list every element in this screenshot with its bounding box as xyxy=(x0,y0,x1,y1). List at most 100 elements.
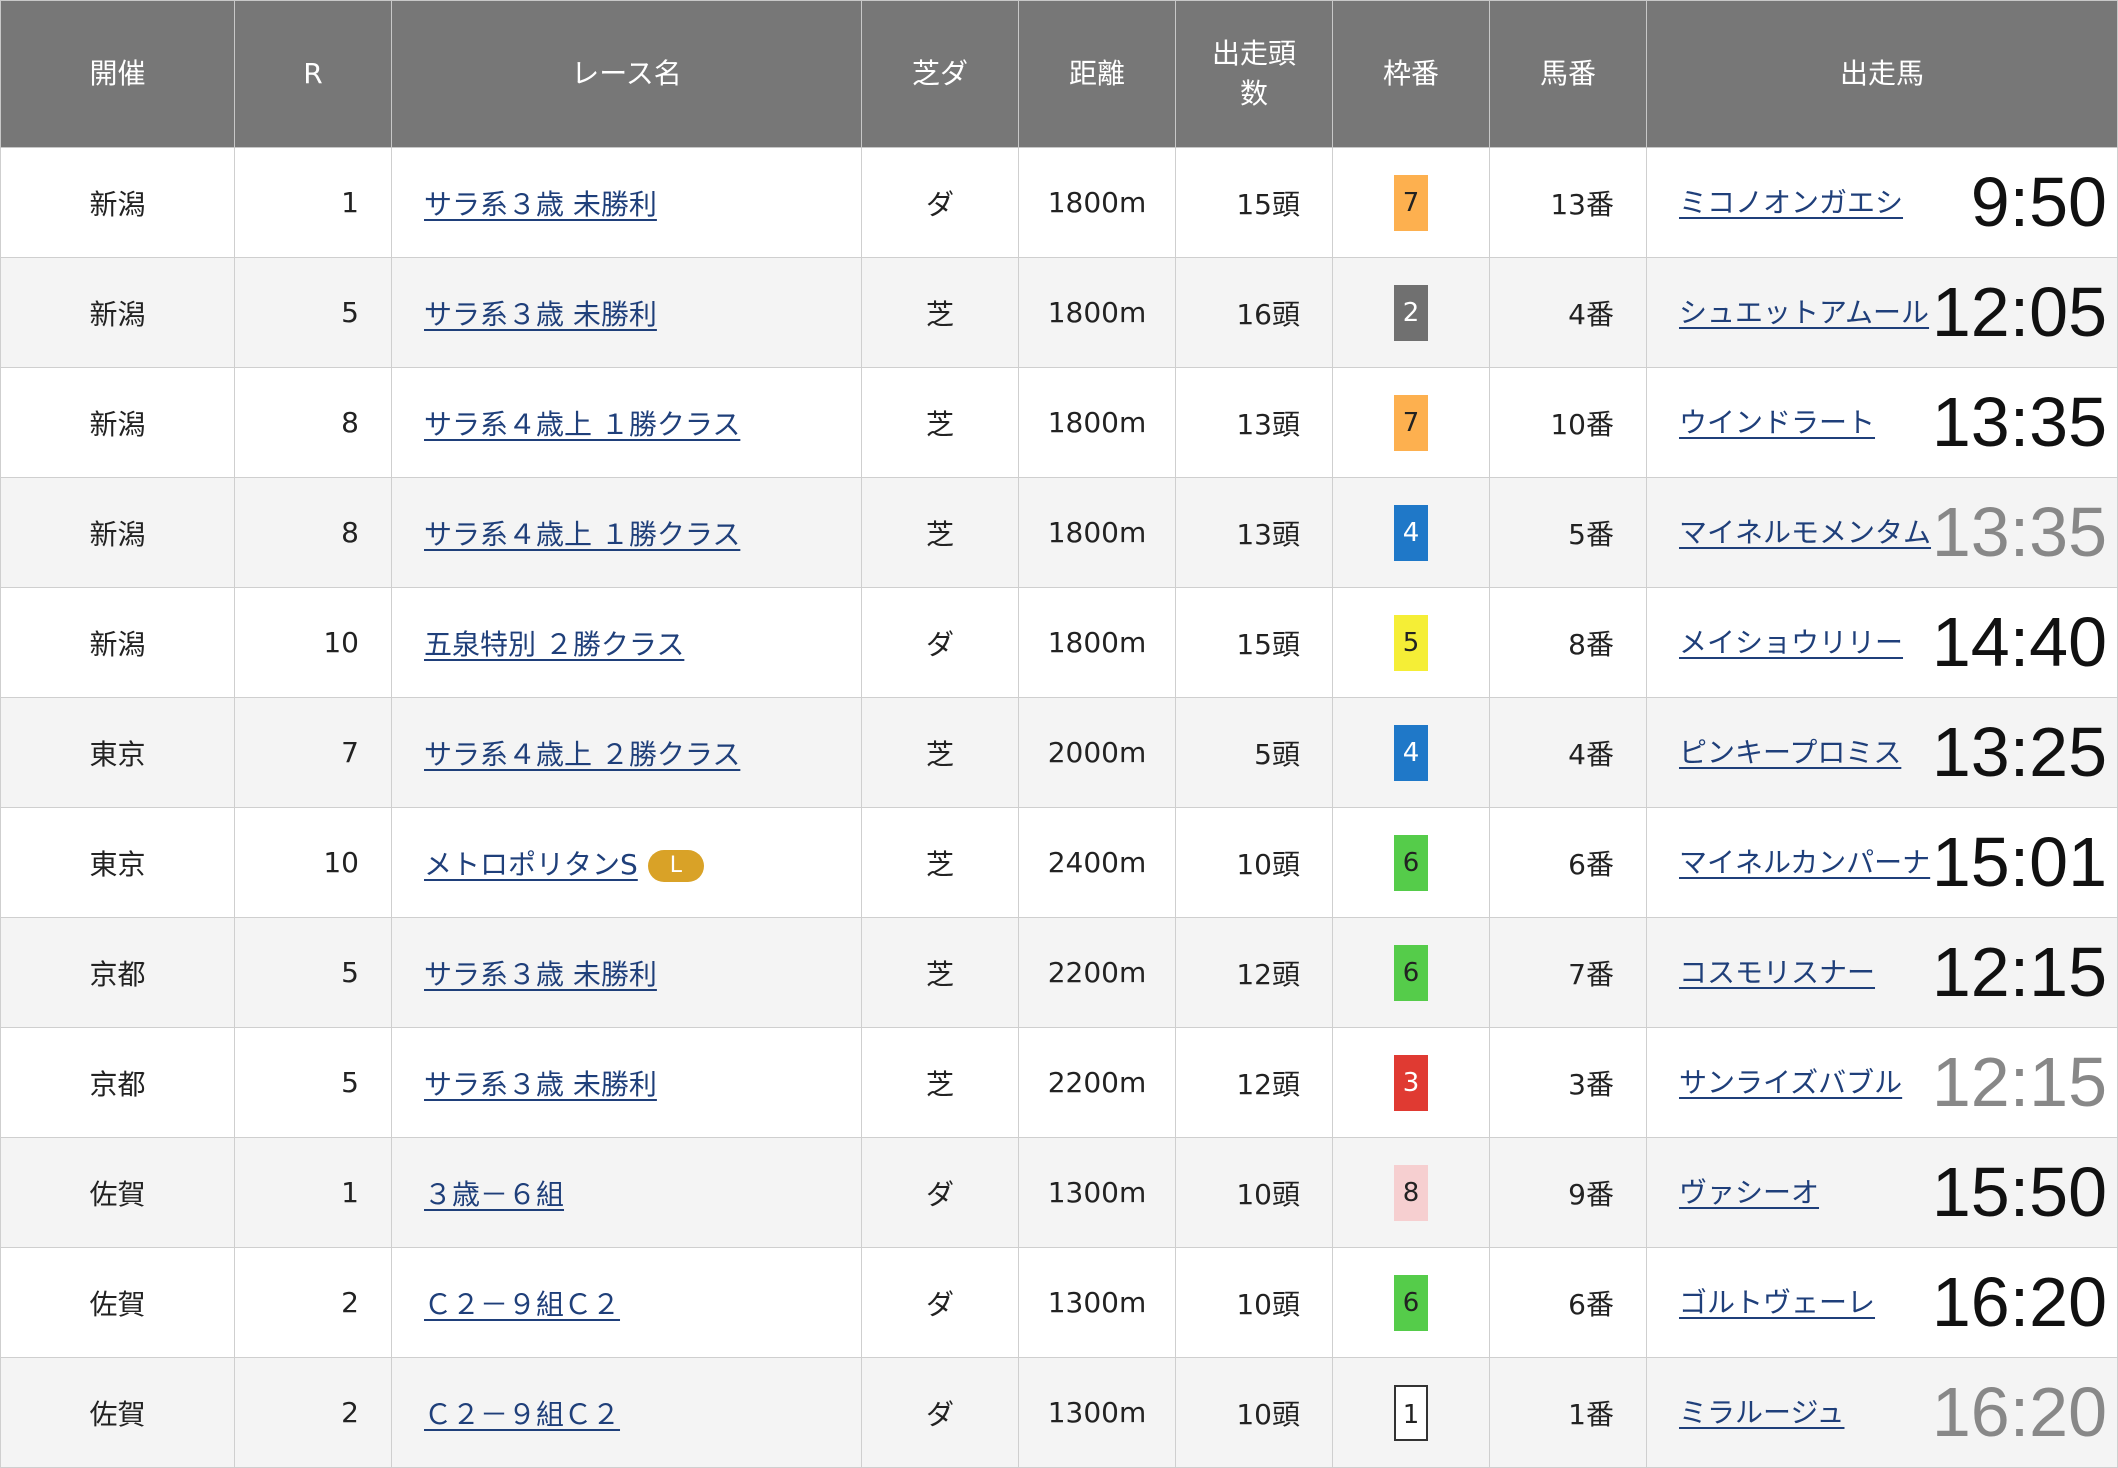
cell-race-name: サラ系４歳上 １勝クラス xyxy=(391,367,862,478)
cell-horse: ウインドラート 13:35 xyxy=(1646,367,2118,478)
cell-waku: 6 xyxy=(1332,917,1490,1028)
cell-waku: 2 xyxy=(1332,257,1490,368)
race-name-link[interactable]: サラ系４歳上 １勝クラス xyxy=(424,518,740,551)
cell-surface: ダ xyxy=(861,1357,1019,1468)
header-kaisai[interactable]: 開催 xyxy=(0,0,235,148)
cell-runners: 10頭 xyxy=(1175,1247,1333,1358)
cell-race-name: サラ系４歳上 １勝クラス xyxy=(391,477,862,588)
table-row: 京都 5 サラ系３歳 未勝利 芝 2200m 12頭 3 3番 サンライズバブル… xyxy=(0,1027,2118,1138)
cell-race-no: 10 xyxy=(234,807,392,918)
cell-horse: コスモリスナー 12:15 xyxy=(1646,917,2118,1028)
horse-name-link[interactable]: コスモリスナー xyxy=(1679,918,1875,1027)
cell-umaban: 9番 xyxy=(1489,1137,1647,1248)
cell-distance: 2200m xyxy=(1018,917,1176,1028)
race-name-link[interactable]: サラ系３歳 未勝利 xyxy=(424,1068,657,1101)
cell-horse: マイネルカンパーナ 15:01 xyxy=(1646,807,2118,918)
table-body: 新潟 1 サラ系３歳 未勝利 ダ 1800m 15頭 7 13番 ミコノオンガエ… xyxy=(0,147,2118,1468)
race-name-link[interactable]: Ｃ２－９組Ｃ２ xyxy=(424,1288,620,1321)
cell-umaban: 4番 xyxy=(1489,697,1647,808)
header-runners[interactable]: 出走頭数 xyxy=(1175,0,1333,148)
cell-surface: 芝 xyxy=(861,477,1019,588)
cell-horse: マイネルモメンタム 13:35 xyxy=(1646,477,2118,588)
horse-name-link[interactable]: ヴァシーオ xyxy=(1679,1138,1819,1247)
post-time: 16:20 xyxy=(1931,1373,2107,1451)
horse-name-link[interactable]: マイネルモメンタム xyxy=(1679,478,1931,587)
header-distance[interactable]: 距離 xyxy=(1018,0,1176,148)
cell-kaisai: 京都 xyxy=(0,1027,235,1138)
race-name-link[interactable]: 五泉特別 ２勝クラス xyxy=(424,628,684,661)
cell-distance: 1800m xyxy=(1018,477,1176,588)
waku-badge: 7 xyxy=(1394,394,1428,451)
header-waku[interactable]: 枠番 xyxy=(1332,0,1490,148)
race-name-link[interactable]: サラ系３歳 未勝利 xyxy=(424,188,657,221)
cell-umaban: 5番 xyxy=(1489,477,1647,588)
horse-name-link[interactable]: シュエットアムール xyxy=(1679,258,1929,367)
cell-runners: 13頭 xyxy=(1175,367,1333,478)
waku-badge: 4 xyxy=(1394,724,1428,781)
cell-surface: ダ xyxy=(861,1247,1019,1358)
race-name-link[interactable]: サラ系３歳 未勝利 xyxy=(424,958,657,991)
post-time: 13:25 xyxy=(1931,713,2107,791)
header-horse[interactable]: 出走馬 xyxy=(1646,0,2118,148)
cell-runners: 5頭 xyxy=(1175,697,1333,808)
cell-waku: 8 xyxy=(1332,1137,1490,1248)
race-name-link[interactable]: メトロポリタンS xyxy=(424,848,638,881)
cell-horse: ゴルトヴェーレ 16:20 xyxy=(1646,1247,2118,1358)
waku-badge: 5 xyxy=(1394,614,1428,671)
cell-umaban: 1番 xyxy=(1489,1357,1647,1468)
cell-distance: 1800m xyxy=(1018,367,1176,478)
cell-umaban: 10番 xyxy=(1489,367,1647,478)
cell-horse: シュエットアムール 12:05 xyxy=(1646,257,2118,368)
race-name-link[interactable]: サラ系４歳上 ２勝クラス xyxy=(424,738,740,771)
waku-badge: 7 xyxy=(1394,174,1428,231)
cell-distance: 1300m xyxy=(1018,1137,1176,1248)
post-time: 12:15 xyxy=(1931,1043,2107,1121)
post-time: 15:01 xyxy=(1931,823,2107,901)
header-umaban[interactable]: 馬番 xyxy=(1489,0,1647,148)
race-name-link[interactable]: ３歳－６組 xyxy=(424,1178,564,1211)
header-race-name[interactable]: レース名 xyxy=(391,0,862,148)
waku-badge: 3 xyxy=(1394,1054,1428,1111)
cell-umaban: 7番 xyxy=(1489,917,1647,1028)
cell-horse: ミコノオンガエシ 9:50 xyxy=(1646,147,2118,258)
cell-race-name: サラ系４歳上 ２勝クラス xyxy=(391,697,862,808)
cell-runners: 16頭 xyxy=(1175,257,1333,368)
cell-surface: 芝 xyxy=(861,807,1019,918)
race-name-link[interactable]: サラ系３歳 未勝利 xyxy=(424,298,657,331)
cell-kaisai: 新潟 xyxy=(0,587,235,698)
race-name-link[interactable]: サラ系４歳上 １勝クラス xyxy=(424,408,740,441)
horse-name-link[interactable]: ミラルージュ xyxy=(1679,1358,1844,1467)
cell-horse: ヴァシーオ 15:50 xyxy=(1646,1137,2118,1248)
cell-surface: 芝 xyxy=(861,697,1019,808)
horse-name-link[interactable]: ウインドラート xyxy=(1679,368,1875,477)
header-runners-line1: 出走頭 xyxy=(1211,37,1296,70)
header-race-no[interactable]: R xyxy=(234,0,392,148)
horse-name-link[interactable]: ゴルトヴェーレ xyxy=(1679,1248,1875,1357)
header-runners-line2: 数 xyxy=(1239,77,1268,110)
cell-runners: 10頭 xyxy=(1175,807,1333,918)
horse-name-link[interactable]: サンライズバブル xyxy=(1679,1028,1902,1137)
waku-badge: 6 xyxy=(1394,1274,1428,1331)
post-time: 13:35 xyxy=(1931,493,2107,571)
cell-umaban: 6番 xyxy=(1489,807,1647,918)
header-surface[interactable]: 芝ダ xyxy=(861,0,1019,148)
cell-surface: 芝 xyxy=(861,367,1019,478)
cell-race-name: Ｃ２－９組Ｃ２ xyxy=(391,1247,862,1358)
cell-runners: 15頭 xyxy=(1175,587,1333,698)
cell-distance: 1300m xyxy=(1018,1247,1176,1358)
cell-runners: 12頭 xyxy=(1175,1027,1333,1138)
table-row: 東京 10 メトロポリタンS L 芝 2400m 10頭 6 6番 マイネルカンパ… xyxy=(0,807,2118,918)
cell-kaisai: 佐賀 xyxy=(0,1247,235,1358)
cell-race-no: 2 xyxy=(234,1247,392,1358)
cell-race-name: ３歳－６組 xyxy=(391,1137,862,1248)
race-name-link[interactable]: Ｃ２－９組Ｃ２ xyxy=(424,1398,620,1431)
cell-umaban: 13番 xyxy=(1489,147,1647,258)
horse-name-link[interactable]: ミコノオンガエシ xyxy=(1679,148,1903,257)
horse-name-link[interactable]: マイネルカンパーナ xyxy=(1679,808,1930,917)
post-time: 9:50 xyxy=(1970,163,2107,241)
horse-name-link[interactable]: ピンキープロミス xyxy=(1679,698,1901,807)
horse-name-link[interactable]: メイショウリリー xyxy=(1679,588,1903,697)
cell-runners: 10頭 xyxy=(1175,1137,1333,1248)
cell-race-name: サラ系３歳 未勝利 xyxy=(391,917,862,1028)
cell-race-name: サラ系３歳 未勝利 xyxy=(391,1027,862,1138)
